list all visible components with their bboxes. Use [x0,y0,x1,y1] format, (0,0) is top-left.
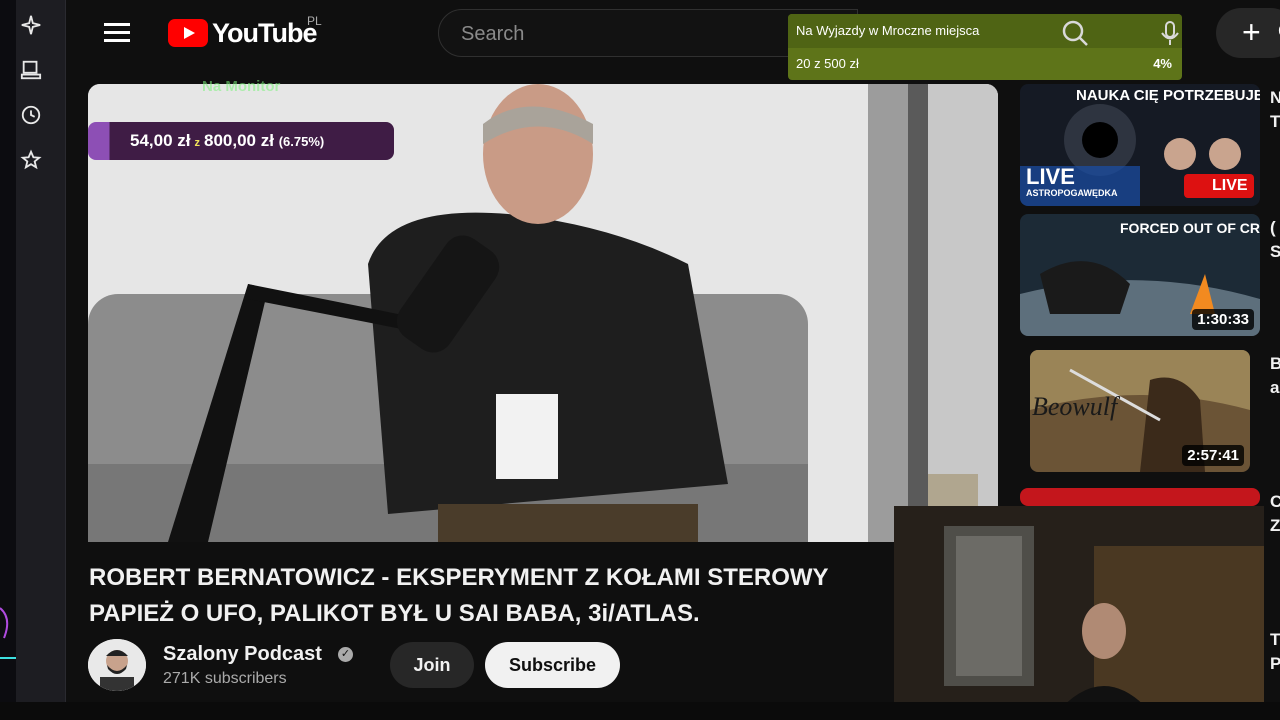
video-title-line1: ROBERT BERNATOWICZ - EKSPERYMENT Z KOŁAM… [89,564,829,591]
recommendation-thumbnail[interactable]: NAUKA CIĘ POTRZEBUJE! LIVE ASTROPOGAWĘDK… [1020,84,1260,206]
rec-title-fragment[interactable]: S [1270,242,1280,262]
country-code: PL [307,14,322,28]
donation-current: 54,00 zł [130,131,191,150]
goal-amount: 20 z 500 zł [796,56,859,71]
goal-widget: Na Wyjazdy w Mroczne miejsca 20 z 500 zł… [788,14,1182,80]
subscribe-button[interactable]: Subscribe [485,642,620,688]
goal-percent: 4% [1153,56,1172,71]
thumb-caption: ASTROPOGAWĘDKA [1026,188,1118,198]
rec-title-fragment[interactable]: a [1270,378,1279,398]
webcam-overlay [894,506,1264,716]
donation-text: 54,00 zł z 800,00 zł (6.75%) [130,131,324,151]
rec-title-fragment[interactable]: P [1270,654,1280,674]
subscriber-count: 271K subscribers [163,670,287,687]
video-title-line2: PAPIEŻ O UFO, PALIKOT BYŁ U SAI BABA, 3i… [89,600,700,627]
bottom-bar [0,702,1280,720]
rec-title-fragment[interactable]: B [1270,354,1280,374]
logo-text: YouTube [212,17,317,48]
donation-bar: 54,00 zł z 800,00 zł (6.75%) [88,122,394,160]
search-icon[interactable] [1058,18,1092,48]
search-placeholder: Search [461,23,525,45]
thumb-headline: NAUKA CIĘ POTRZEBUJE! [1076,87,1260,104]
thumb-headline: FORCED OUT OF CRYPTIDZONE [1120,220,1260,236]
recommendation-thumbnail[interactable]: FORCED OUT OF CRYPTIDZONE 1:30:33 [1020,214,1260,336]
channel-name[interactable]: Szalony Podcast [163,643,322,666]
live-text: LIVE [1026,164,1075,189]
live-badge: LIVE [1212,177,1248,194]
channel-avatar[interactable] [88,639,146,691]
verified-icon: ✓ [338,647,353,662]
youtube-play-icon [168,19,208,47]
rail-glow-decoration [0,598,18,678]
donation-target: 800,00 zł [204,131,274,150]
rec-title-fragment[interactable]: N [1270,88,1280,108]
sparkle-icon[interactable] [16,10,46,40]
youtube-logo[interactable]: YouTube [168,17,317,48]
video-title: ROBERT BERNATOWICZ - EKSPERYMENT Z KOŁAM… [89,560,899,632]
microphone-icon[interactable] [1158,18,1182,48]
video-duration: 2:57:41 [1182,445,1244,466]
join-button[interactable]: Join [390,642,474,688]
rec-title-fragment[interactable]: C [1270,492,1280,512]
menu-icon[interactable] [102,20,132,46]
stream-rail [0,0,66,720]
rec-title-fragment[interactable]: Z [1270,516,1280,536]
rec-title-fragment[interactable]: T [1270,630,1280,650]
star-icon[interactable] [16,145,46,175]
plus-icon: + [1242,14,1261,50]
goal-title: Na Wyjazdy w Mroczne miejsca [796,23,980,38]
recommendation-thumbnail[interactable] [1020,488,1260,506]
hardware-icon[interactable] [16,55,46,85]
donation-percent: (6.75%) [278,134,325,149]
donation-separator: z [194,137,201,149]
clock-icon[interactable] [16,100,46,130]
rec-title-fragment[interactable]: T [1270,112,1280,132]
thumb-headline: Beowulf [1032,392,1118,421]
recommendation-thumbnail[interactable]: Beowulf 2:57:41 [1030,350,1250,472]
create-button[interactable]: + C [1216,8,1280,58]
video-duration: 1:30:33 [1192,309,1254,330]
rec-title-fragment[interactable]: ( [1270,218,1276,238]
monitor-label: Na Monitor [202,78,281,95]
